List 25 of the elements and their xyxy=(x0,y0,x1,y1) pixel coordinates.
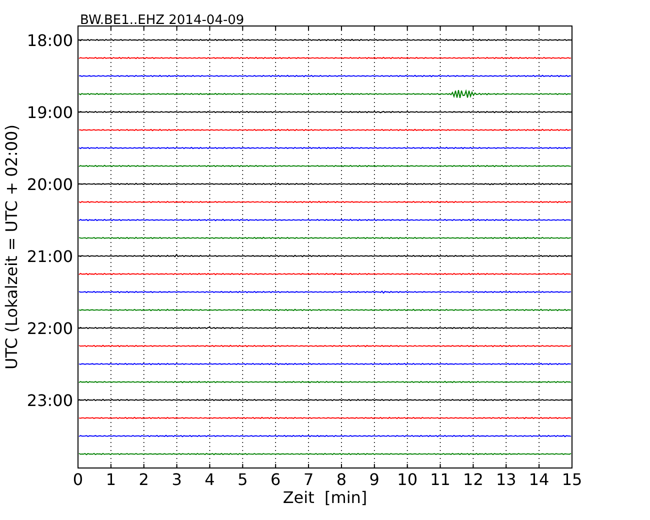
x-tick-label: 12 xyxy=(463,470,484,489)
x-tick-label: 3 xyxy=(172,470,182,489)
x-tick-label: 8 xyxy=(336,470,347,489)
y-tick-label: 23:00 xyxy=(26,391,73,410)
x-tick-label: 7 xyxy=(303,470,314,489)
x-tick-label: 0 xyxy=(72,470,84,489)
x-tick-label: 5 xyxy=(238,470,248,489)
x-tick-label: 9 xyxy=(369,470,380,489)
x-tick-label: 13 xyxy=(496,470,516,489)
y-tick-label: 22:00 xyxy=(26,319,73,338)
y-tick-label: 21:00 xyxy=(26,247,73,266)
x-tick-label: 2 xyxy=(138,470,149,489)
x-tick-label: 4 xyxy=(204,470,215,489)
y-tick-label: 19:00 xyxy=(26,103,73,122)
y-axis-label: UTC (Lokalzeit = UTC + 02:00) xyxy=(2,124,21,370)
x-tick-label: 10 xyxy=(397,470,418,489)
x-tick-label: 15 xyxy=(562,470,582,489)
x-tick-label: 1 xyxy=(106,470,116,489)
x-tick-label: 11 xyxy=(430,470,450,489)
x-axis-label: Zeit [min] xyxy=(282,488,368,507)
plot-title: BW.BE1..EHZ 2014-04-09 xyxy=(80,13,244,28)
x-tick-label: 6 xyxy=(270,470,281,489)
x-tick-label: 14 xyxy=(528,470,550,489)
y-tick-label: 18:00 xyxy=(26,31,73,50)
y-tick-label: 20:00 xyxy=(26,175,73,194)
